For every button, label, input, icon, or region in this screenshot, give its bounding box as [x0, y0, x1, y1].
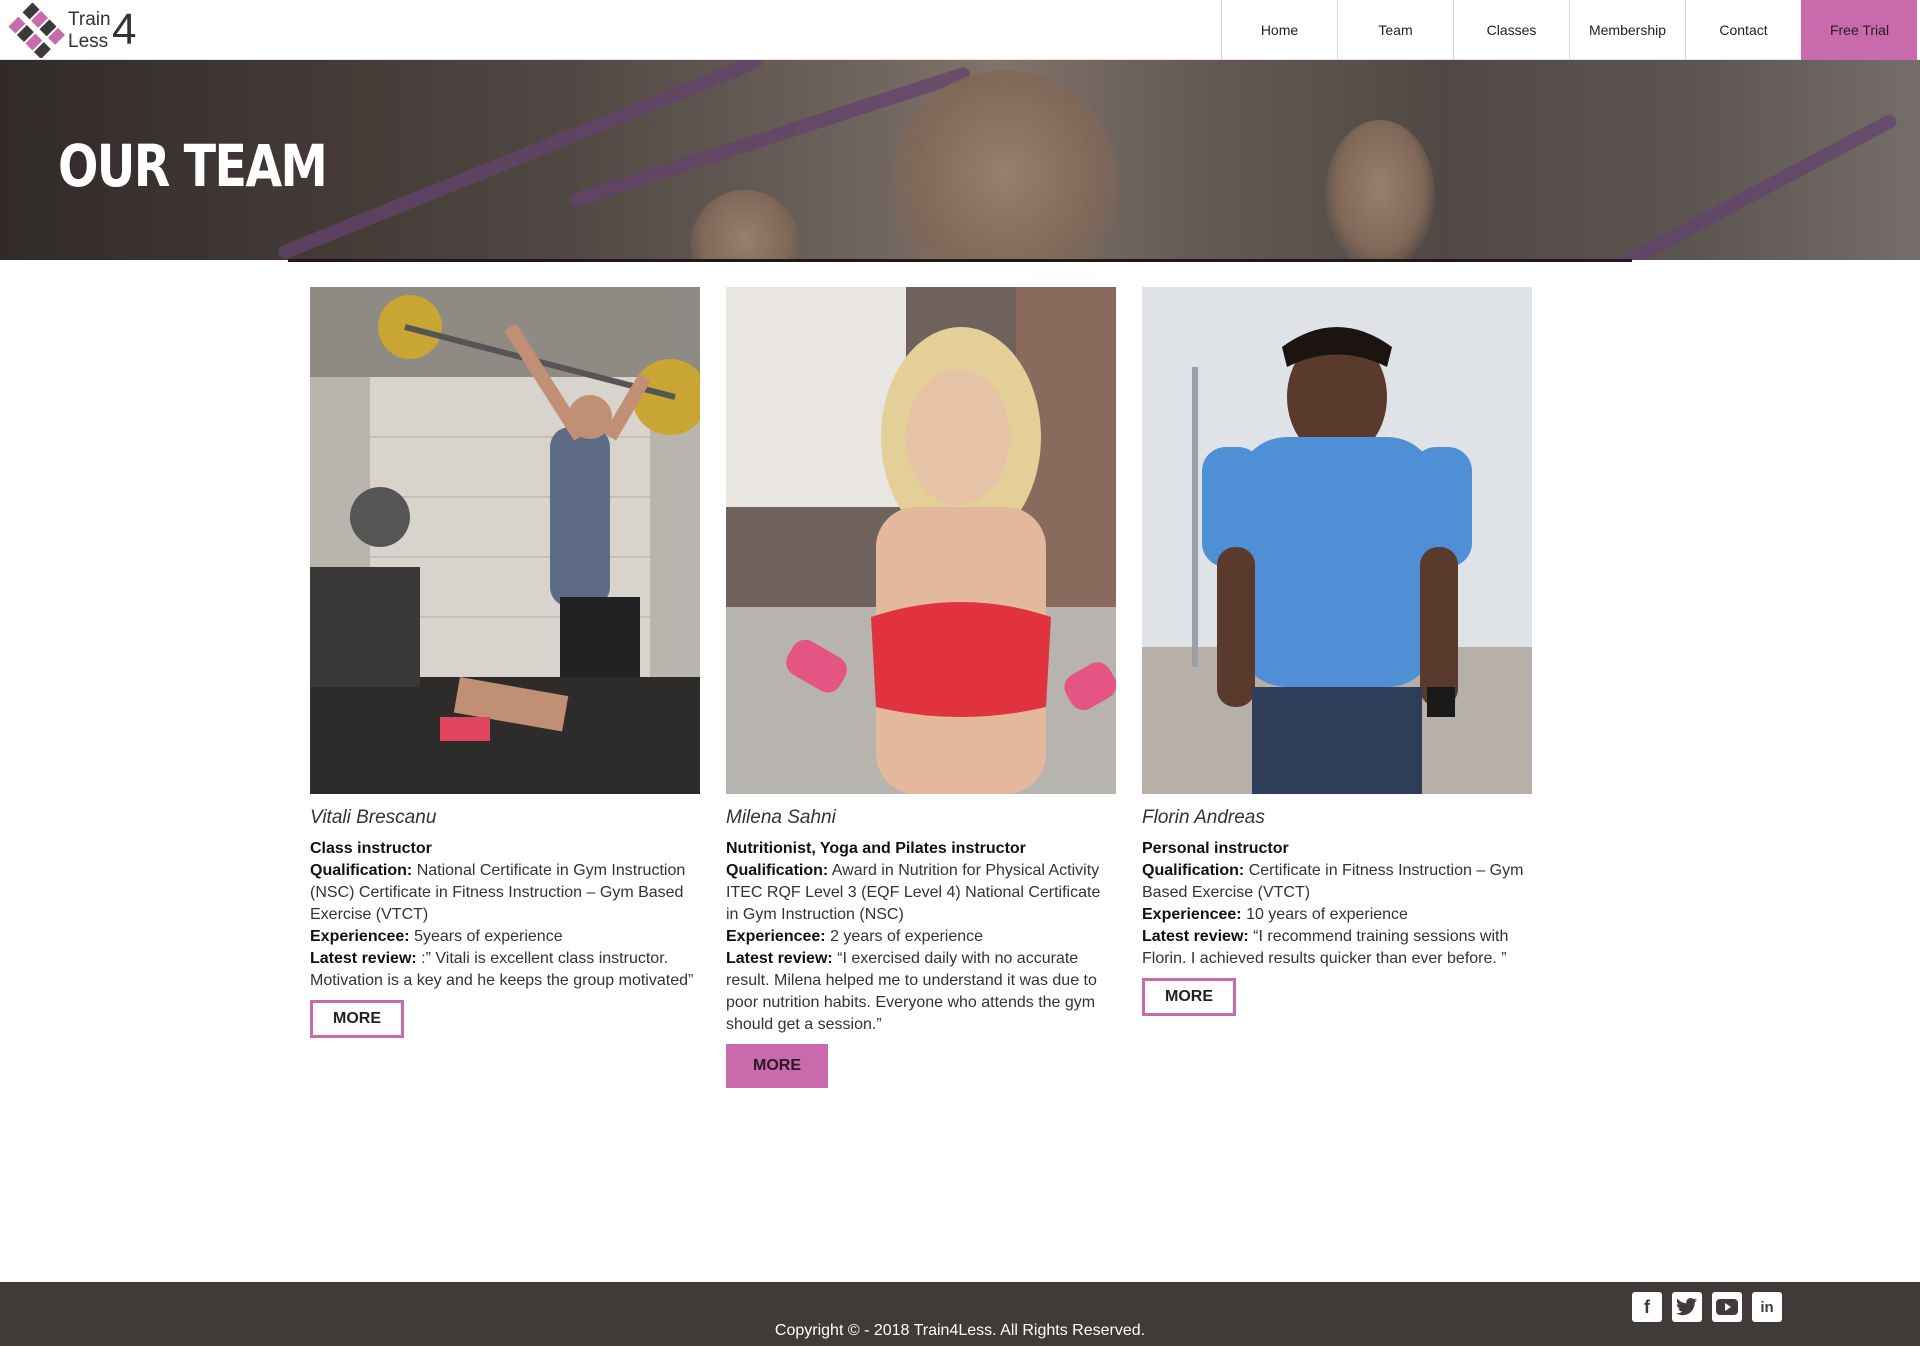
trainer-name: Milena Sahni [726, 807, 836, 828]
trainer-experience: Experiencee: 5years of experience [310, 926, 700, 948]
main-nav: Home Team Classes Membership Contact Fre… [1221, 0, 1917, 60]
nav-classes[interactable]: Classes [1453, 0, 1569, 60]
social-links: f in [1632, 1292, 1782, 1322]
youtube-play-shape [1716, 1299, 1738, 1315]
trainer-review: Latest review: :” Vitali is excellent cl… [310, 948, 700, 992]
trainer-role: Class instructor [310, 840, 432, 857]
facebook-icon[interactable]: f [1632, 1292, 1662, 1322]
trainer-qualification: Qualification: Award in Nutrition for Ph… [726, 860, 1116, 926]
trainer-review: Latest review: “I exercised daily with n… [726, 948, 1116, 1036]
copyright-text: Copyright © - 2018 Train4Less. All Right… [774, 1322, 1146, 1339]
trainer-photo-illustration [310, 287, 700, 794]
review-label: Latest review: [1142, 928, 1249, 945]
nav-free-trial-button[interactable]: Free Trial [1801, 0, 1917, 60]
qualification-label: Qualification: [310, 862, 413, 879]
team-card: Florin Andreas Personal instructor Quali… [1142, 287, 1532, 1016]
nav-contact[interactable]: Contact [1685, 0, 1801, 60]
experience-label: Experiencee: [310, 928, 410, 945]
more-button[interactable]: MORE [310, 1000, 404, 1038]
trainer-name: Florin Andreas [1142, 807, 1265, 828]
youtube-icon[interactable] [1712, 1292, 1742, 1322]
twitter-icon[interactable] [1672, 1292, 1702, 1322]
more-button[interactable]: MORE [1142, 978, 1236, 1016]
trainer-qualification: Qualification: Certificate in Fitness In… [1142, 860, 1532, 904]
team-card: Vitali Brescanu Class instructor Qualifi… [310, 287, 700, 1038]
site-header: Train Less 4 Home Team Classes Membershi… [0, 0, 1920, 60]
divider [288, 259, 1632, 262]
trainer-experience: Experiencee: 2 years of experience [726, 926, 1116, 948]
review-label: Latest review: [726, 950, 833, 967]
hero-banner: OUR TEAM [0, 60, 1920, 260]
trainer-photo-illustration [726, 287, 1116, 794]
logo-number: 4 [112, 5, 137, 54]
experience-value: 10 years of experience [1246, 906, 1408, 923]
experience-value: 5years of experience [414, 928, 563, 945]
qualification-label: Qualification: [1142, 862, 1245, 879]
nav-membership[interactable]: Membership [1569, 0, 1685, 60]
logo-text: Train Less [68, 9, 111, 53]
qualification-label: Qualification: [726, 862, 829, 879]
team-card: Milena Sahni Nutritionist, Yoga and Pila… [726, 287, 1116, 1088]
trainer-qualification: Qualification: National Certificate in G… [310, 860, 700, 926]
trainer-photo [310, 287, 700, 794]
trainer-photo [1142, 287, 1532, 794]
logo-line-train: Train [68, 9, 111, 30]
linkedin-icon[interactable]: in [1752, 1292, 1782, 1322]
dumbbell-logo-icon [8, 3, 65, 58]
more-button[interactable]: MORE [726, 1044, 828, 1088]
review-label: Latest review: [310, 950, 417, 967]
trainer-name: Vitali Brescanu [310, 807, 437, 828]
nav-home[interactable]: Home [1221, 0, 1337, 60]
trainer-photo-illustration [1142, 287, 1532, 794]
nav-team[interactable]: Team [1337, 0, 1453, 60]
logo[interactable]: Train Less 4 [6, 3, 146, 58]
twitter-bird-shape [1676, 1298, 1697, 1316]
experience-value: 2 years of experience [830, 928, 984, 945]
trainer-review: Latest review: “I recommend training ses… [1142, 926, 1532, 970]
trainer-experience: Experiencee: 10 years of experience [1142, 904, 1532, 926]
page-title: OUR TEAM [58, 132, 328, 200]
logo-line-less: Less [68, 31, 109, 52]
experience-label: Experiencee: [1142, 906, 1242, 923]
trainer-photo [726, 287, 1116, 794]
experience-label: Experiencee: [726, 928, 826, 945]
trainer-role: Nutritionist, Yoga and Pilates instructo… [726, 840, 1026, 857]
site-footer: f in Copyright © - 2018 Train4Less. All … [0, 1282, 1920, 1346]
trainer-role: Personal instructor [1142, 840, 1289, 857]
